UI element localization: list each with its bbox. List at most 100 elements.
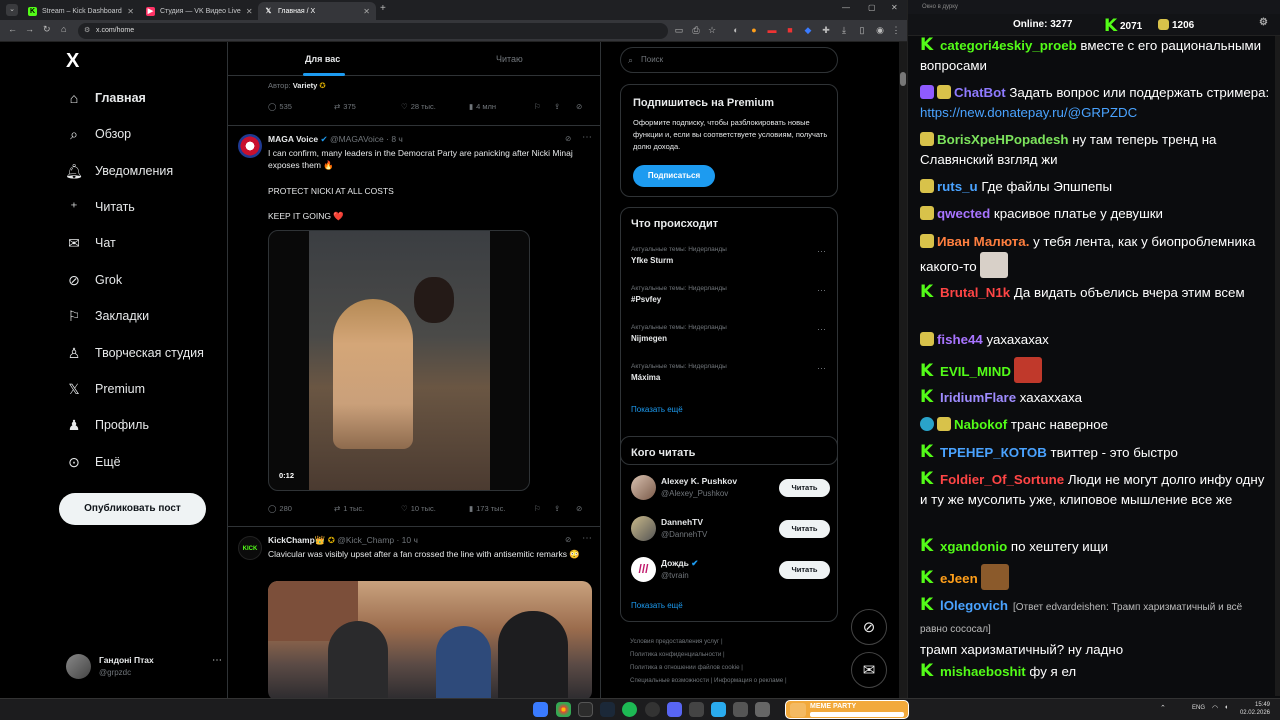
nav-grok[interactable]: ⊘ Grok <box>66 272 122 288</box>
more-icon[interactable]: ⋯ <box>817 324 826 335</box>
nav-premium[interactable]: 𝕏 Premium <box>66 381 145 397</box>
tab-x-home[interactable]: 𝕏 Главная / X ✕ <box>258 2 376 20</box>
views-button[interactable]: ▮ 173 тыс. <box>469 504 505 513</box>
bookmark-button[interactable]: ⚐ <box>534 504 541 513</box>
chat-scrollbar[interactable] <box>1275 36 1280 696</box>
chat-username[interactable]: eJeen <box>940 571 978 586</box>
footer-link[interactable]: Политика в отношении файлов cookie <box>630 664 740 671</box>
chat-username[interactable]: Brutal_N1k <box>940 285 1010 300</box>
more-icon[interactable]: ⋯ <box>212 655 222 666</box>
close-icon[interactable]: ✕ <box>127 7 134 16</box>
repost-button[interactable]: ⇄ 375 <box>334 102 356 111</box>
language-indicator[interactable]: ENG <box>1192 705 1205 711</box>
app-icon[interactable] <box>755 702 770 717</box>
grok-icon[interactable]: ⊘ <box>565 535 571 544</box>
avatar[interactable]: KICK <box>238 536 262 560</box>
nav-home[interactable]: ⌂ Главная <box>66 90 146 106</box>
more-icon[interactable]: ⋯ <box>817 363 826 374</box>
forward-icon[interactable]: → <box>25 24 34 34</box>
show-more-link[interactable]: Показать ещё <box>631 405 683 414</box>
trend-item[interactable]: Актуальные темы: Нидерланды Nijmegen ⋯ <box>631 324 831 343</box>
steam-icon[interactable] <box>600 702 615 717</box>
tab-following[interactable]: Читаю <box>496 54 523 64</box>
grok-button[interactable]: ⊘ <box>576 102 582 111</box>
close-icon[interactable]: ✕ <box>363 7 370 16</box>
app-icon[interactable] <box>689 702 704 717</box>
subscribe-button[interactable]: Подписаться <box>633 165 715 187</box>
app-icon[interactable] <box>733 702 748 717</box>
post-button[interactable]: Опубликовать пост <box>59 493 206 525</box>
close-icon[interactable]: ✕ <box>246 7 253 16</box>
account-switcher[interactable]: Гандоні Птах @grpzdc ⋯ <box>66 652 226 682</box>
author-name[interactable]: KickChamp👑 <box>268 535 325 545</box>
discord-icon[interactable] <box>667 702 682 717</box>
extension-icon[interactable]: ▬ <box>766 24 778 36</box>
show-more-link[interactable]: Показать ещё <box>631 601 683 610</box>
chat-username[interactable]: EVIL_MIND <box>940 364 1011 379</box>
chat-username[interactable]: xgandonio <box>940 539 1007 554</box>
nav-bookmarks[interactable]: ⚐ Закладки <box>66 308 149 324</box>
tweet-time[interactable]: · 8 ч <box>386 134 403 144</box>
chat-username[interactable]: IridiumFlare <box>940 390 1016 405</box>
maximize-icon[interactable]: ▢ <box>868 3 876 12</box>
meme-party-widget[interactable]: MEME PARTY <box>785 700 909 719</box>
follow-button[interactable]: Читать <box>779 479 830 497</box>
nav-profile[interactable]: ♟ Профиль <box>66 417 149 433</box>
messages-fab-button[interactable]: ✉ <box>851 652 887 688</box>
search-input[interactable]: ⌕ Поиск <box>620 47 838 73</box>
scroll-thumb[interactable] <box>900 72 906 86</box>
share-button[interactable]: ⇪ <box>554 102 560 111</box>
bookmark-button[interactable]: ⚐ <box>534 102 541 111</box>
grok-fab-button[interactable]: ⊘ <box>851 609 887 645</box>
trend-item[interactable]: Актуальные темы: Нидерланды Yfke Sturm ⋯ <box>631 246 831 265</box>
cast-icon[interactable]: ▭ <box>673 24 685 36</box>
trend-item[interactable]: Актуальные темы: Нидерланды Máxima ⋯ <box>631 363 831 382</box>
nav-chat[interactable]: ✉ Чат <box>66 235 116 251</box>
chat-username[interactable]: fishe44 <box>937 332 983 347</box>
trend-item[interactable]: Актуальные темы: Нидерланды #Psvfey ⋯ <box>631 285 831 304</box>
author-name[interactable]: MAGA Voice <box>268 134 318 144</box>
like-button[interactable]: ♡ 10 тыс. <box>401 504 436 513</box>
nav-notifications[interactable]: 🔔︎ Уведомления <box>65 163 173 179</box>
clock[interactable]: 15:49 02.02.2026 <box>1240 701 1270 717</box>
follow-suggestion[interactable]: /// Дождь ✔ @tvrain Читать <box>621 553 839 589</box>
address-bar[interactable]: ⚙ x.com/home <box>78 23 668 39</box>
more-icon[interactable]: ⋯ <box>817 246 826 257</box>
x-logo[interactable]: X <box>66 50 79 73</box>
chat-username[interactable]: qwected <box>937 206 990 221</box>
tab-vk-studio[interactable]: ▶ Студия — VK Видео Live ✕ <box>140 2 258 20</box>
chat-username[interactable]: Nabokof <box>954 417 1007 432</box>
back-icon[interactable]: ← <box>8 24 17 34</box>
install-icon[interactable]: ⎙ <box>690 24 702 36</box>
spotify-icon[interactable] <box>622 702 637 717</box>
sidebar-icon[interactable]: ▯ <box>856 24 868 36</box>
chat-username[interactable]: ТРЕНЕР_КОТОВ <box>940 445 1047 460</box>
tweet-image[interactable] <box>268 581 592 698</box>
extension-icon[interactable]: ● <box>748 24 760 36</box>
chat-username[interactable]: Иван Малюта. <box>937 234 1029 249</box>
grok-icon[interactable]: ⊘ <box>565 134 571 143</box>
extensions-puzzle-icon[interactable]: ✚ <box>820 24 832 36</box>
start-icon[interactable] <box>533 702 548 717</box>
minimize-icon[interactable]: — <box>842 3 850 12</box>
grok-button[interactable]: ⊘ <box>576 504 582 513</box>
chat-username[interactable]: lOlegovich <box>940 598 1008 613</box>
download-icon[interactable]: ⤓ <box>838 24 850 36</box>
extension-icon[interactable]: ■ <box>784 24 796 36</box>
site-info-icon[interactable]: ⚙ <box>84 23 90 39</box>
footer-link[interactable]: Политика конфиденциальности <box>630 651 721 658</box>
extension-icon[interactable]: ◆ <box>802 24 814 36</box>
follow-suggestion[interactable]: DannehTV @DannehTV Читать <box>621 512 839 548</box>
views-button[interactable]: ▮ 4 млн <box>469 102 496 111</box>
profile-icon[interactable]: ◉ <box>874 24 886 36</box>
home-browser-icon[interactable]: ⌂ <box>61 24 66 34</box>
settings-icon[interactable]: ⚙ <box>1259 17 1268 28</box>
tweet-time[interactable]: · 10 ч <box>396 535 417 545</box>
follow-button[interactable]: Читать <box>779 520 830 538</box>
chat-username[interactable]: mishaeboshit <box>940 664 1026 679</box>
footer-link[interactable]: Условия предоставления услуг <box>630 638 719 645</box>
tray-chevron-icon[interactable]: ⌃ <box>1160 704 1166 712</box>
follow-button[interactable]: Читать <box>779 561 830 579</box>
wifi-icon[interactable]: ◠ <box>1212 704 1218 712</box>
repost-button[interactable]: ⇄ 1 тыс. <box>334 504 364 513</box>
